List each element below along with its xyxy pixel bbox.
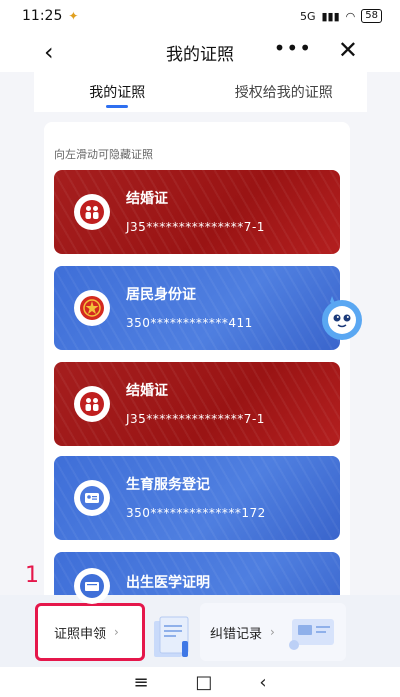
certificate-number: 350************411 xyxy=(126,316,253,330)
couple-icon xyxy=(74,386,110,422)
apply-certificate-button[interactable]: 证照申领 › xyxy=(35,603,145,661)
chevron-right-icon: › xyxy=(114,625,119,639)
status-bar: 11:25 ✦ 5G ▮▮▮ ◠ 58 xyxy=(0,0,400,32)
back-nav-icon[interactable]: ‹ xyxy=(259,672,266,693)
correction-records-button[interactable]: 纠错记录 › xyxy=(200,603,346,661)
national-emblem-icon xyxy=(74,290,110,326)
certificate-title: 居民身份证 xyxy=(126,287,196,303)
certificate-card-id[interactable]: 居民身份证 350************411 xyxy=(54,266,340,350)
chevron-right-icon: › xyxy=(270,625,275,639)
certificate-number: J35***************7-1 xyxy=(126,220,265,234)
nav-bar: ‹ 我的证照 ••• ✕ xyxy=(0,32,400,72)
signal-icon: ▮▮▮ xyxy=(321,9,340,23)
swipe-hint: 向左滑动可隐藏证照 xyxy=(54,148,153,161)
wifi-icon: ◠ xyxy=(345,9,356,23)
battery-icon: 58 xyxy=(361,9,382,23)
bottom-action-bar: 证照申领 › 纠错记录 › xyxy=(0,595,400,667)
status-time: 11:25 xyxy=(22,8,63,24)
close-icon[interactable]: ✕ xyxy=(338,36,358,64)
notification-icon: ✦ xyxy=(68,9,79,23)
id-card-icon xyxy=(74,480,110,516)
network-label: 5G xyxy=(299,9,316,23)
certificate-card-birth-registration[interactable]: 生育服务登记 350**************172 xyxy=(54,456,340,540)
apply-certificate-label: 证照申领 xyxy=(54,626,107,642)
certificate-card-marriage[interactable]: 结婚证 J35***************7-1 xyxy=(54,362,340,446)
page-title: 我的证照 xyxy=(166,44,234,65)
couple-icon xyxy=(74,194,110,230)
correction-records-label: 纠错记录 xyxy=(210,626,263,642)
system-navigation-bar: ≡ □ ‹ xyxy=(0,667,400,697)
tab-bar: 我的证照 授权给我的证照 xyxy=(34,72,367,112)
record-illustration-icon xyxy=(286,613,340,657)
certificate-title: 结婚证 xyxy=(126,383,168,399)
certificate-icon xyxy=(74,568,110,604)
tab-my-certificates[interactable]: 我的证照 xyxy=(34,72,201,112)
more-icon[interactable]: ••• xyxy=(274,36,312,60)
documents-illustration-icon xyxy=(148,613,194,667)
certificate-number: 350**************172 xyxy=(126,506,266,520)
menu-icon[interactable]: ≡ xyxy=(133,672,148,693)
tab-authorized-certificates[interactable]: 授权给我的证照 xyxy=(201,72,368,112)
assistant-mascot-icon[interactable] xyxy=(320,292,364,344)
certificate-title: 出生医学证明 xyxy=(126,575,210,591)
back-icon[interactable]: ‹ xyxy=(44,38,54,66)
certificate-card-marriage[interactable]: 结婚证 J35***************7-1 xyxy=(54,170,340,254)
certificate-title: 结婚证 xyxy=(126,191,168,207)
certificate-list: 向左滑动可隐藏证照 结婚证 J35***************7-1 居民身份… xyxy=(44,122,350,622)
certificate-title: 生育服务登记 xyxy=(126,477,210,493)
home-icon[interactable]: □ xyxy=(195,672,212,693)
annotation-label: 1 xyxy=(25,563,39,588)
certificate-number: J35***************7-1 xyxy=(126,412,265,426)
